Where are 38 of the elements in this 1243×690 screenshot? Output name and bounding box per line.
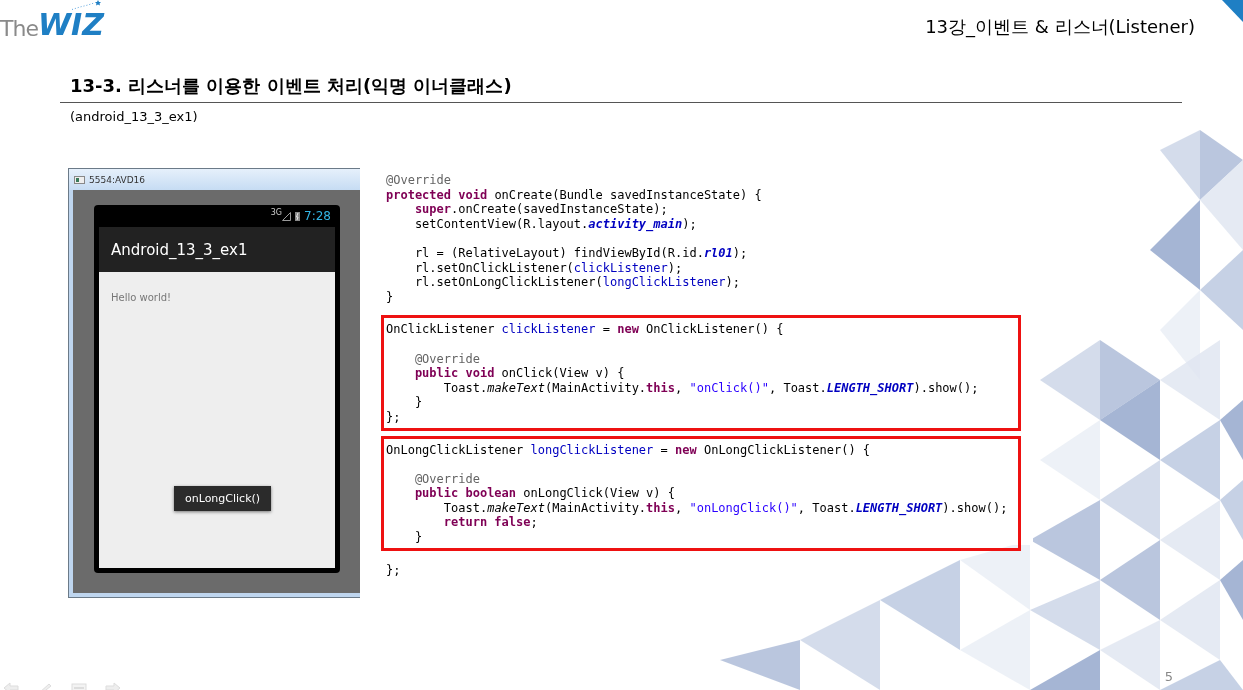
logo-text: WIZ <box>37 10 104 40</box>
code-line: Toast.makeText(MainActivity.this, "onLongClick()", Toast.LENGTH_SHORT).show(); <box>442 500 1009 516</box>
code-line: rl = (RelativeLayout) findViewById(R.id.rl01); <box>413 244 749 261</box>
code-line: protected void onCreate(Bundle savedInstanceState) { <box>386 187 763 203</box>
sparkle-icon <box>70 0 104 10</box>
project-name: (android_13_3_ex1) <box>70 109 199 124</box>
toast-message: onLongClick() <box>174 486 272 511</box>
code-line: @Override <box>386 173 453 188</box>
code-line: super.onCreate(savedInstanceState); <box>413 202 669 217</box>
code-line: public void onClick(View v) { <box>413 366 626 381</box>
logo-text: The <box>0 18 38 40</box>
corner-triangle-drawing <box>1222 0 1243 22</box>
page-number: 5 <box>1164 669 1173 684</box>
code-line: rl.setOnLongClickListener(longClickListener); <box>413 275 742 290</box>
code-line: @Override <box>413 470 481 487</box>
hello-text: Hello world! <box>111 292 172 303</box>
code-line: } <box>386 289 395 305</box>
chapter-title: 13강_이벤트 & 리스너(Listener) <box>925 15 1195 39</box>
code-line: }; <box>386 562 402 578</box>
window-icon <box>74 175 85 184</box>
code-line: rl.setOnClickListener(clickListener); <box>413 260 684 276</box>
slide-title: 13-3. 리스너를 이용한 이벤트 처리(익명 이너클래스) <box>70 74 513 98</box>
code-line: } <box>413 395 424 410</box>
network-label: 3G <box>270 208 283 217</box>
code-line: public boolean onLongClick(View v) { <box>413 486 676 501</box>
status-clock: 7:28 <box>304 209 331 223</box>
code-line: setContentView(R.layout.activity_main); <box>413 216 698 232</box>
code-line: Toast.makeText(MainActivity.this, "onClick()", Toast.LENGTH_SHORT).show(); <box>442 380 980 396</box>
window-title: 5554:AVD16 <box>89 174 146 185</box>
code-line: @Override <box>413 350 481 367</box>
code-line: }; <box>386 409 402 425</box>
app-title: Android_13_3_ex1 <box>111 240 248 259</box>
signal-icon <box>282 211 292 221</box>
code-line: OnLongClickListener longClickListener = new OnLongClickListener() { <box>386 442 872 458</box>
battery-icon <box>295 211 301 221</box>
code-line: OnClickListener clickListener = new OnClickListener() { <box>386 322 785 337</box>
code-line: } <box>413 530 424 545</box>
code-line: return false; <box>442 515 539 531</box>
